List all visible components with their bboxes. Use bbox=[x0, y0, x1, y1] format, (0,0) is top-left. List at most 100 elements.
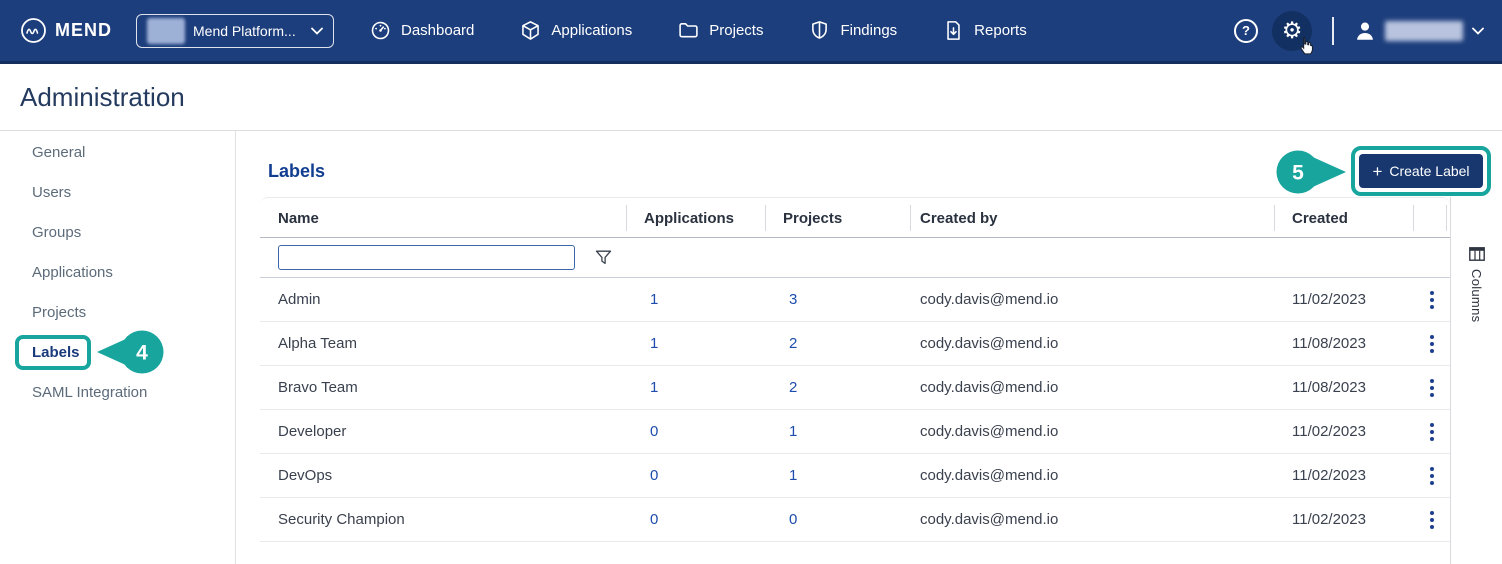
filter-funnel-icon[interactable] bbox=[595, 250, 612, 265]
applications-count-link[interactable]: 1 bbox=[650, 291, 658, 308]
shield-icon bbox=[812, 21, 828, 39]
nav-label: Reports bbox=[974, 22, 1027, 39]
sidebar-item-projects[interactable]: Projects bbox=[0, 292, 235, 332]
org-switcher-label: Mend Platform... bbox=[193, 22, 296, 39]
column-header-applications[interactable]: Applications bbox=[626, 198, 765, 238]
sidebar-item-labels[interactable]: Labels bbox=[0, 332, 235, 372]
admin-sidebar: General Users Groups Applications Projec… bbox=[0, 131, 236, 564]
label-name-cell: Developer bbox=[278, 423, 347, 440]
nav-item-dashboard[interactable]: Dashboard bbox=[370, 20, 474, 41]
projects-count-link[interactable]: 2 bbox=[789, 335, 797, 352]
callout-ring-create-label: + Create Label bbox=[1351, 146, 1491, 196]
column-header-projects[interactable]: Projects bbox=[765, 198, 910, 238]
column-header-created[interactable]: Created bbox=[1274, 198, 1413, 238]
table-filter-row bbox=[260, 238, 1450, 278]
name-filter-input[interactable] bbox=[278, 245, 575, 270]
folder-icon bbox=[679, 22, 698, 38]
help-glyph: ? bbox=[1242, 23, 1250, 38]
created-date-cell: 11/02/2023 bbox=[1292, 511, 1366, 528]
row-actions-kebab-icon[interactable] bbox=[1424, 331, 1440, 357]
applications-count-link[interactable]: 0 bbox=[650, 511, 658, 528]
created-date-cell: 11/02/2023 bbox=[1292, 291, 1366, 308]
callout-arrow-5: 5 bbox=[1276, 150, 1346, 194]
settings-gear-icon[interactable]: ⚙ bbox=[1272, 10, 1313, 54]
create-label-button[interactable]: + Create Label bbox=[1359, 154, 1483, 188]
projects-count-link[interactable]: 2 bbox=[789, 379, 797, 396]
table-row: Admin 1 3 cody.davis@mend.io 11/02/2023 bbox=[260, 278, 1450, 322]
row-actions-kebab-icon[interactable] bbox=[1424, 287, 1440, 313]
columns-table-icon bbox=[1468, 247, 1485, 261]
page-header: Administration bbox=[0, 64, 1502, 131]
labels-table: Name Applications Projects Created by Cr… bbox=[260, 197, 1450, 564]
section-title: Labels bbox=[268, 161, 326, 181]
created-date-cell: 11/02/2023 bbox=[1292, 467, 1366, 484]
created-by-cell: cody.davis@mend.io bbox=[920, 511, 1059, 528]
row-actions-kebab-icon[interactable] bbox=[1424, 463, 1440, 489]
created-by-cell: cody.davis@mend.io bbox=[920, 291, 1059, 308]
column-header-created-by[interactable]: Created by bbox=[910, 198, 1274, 238]
created-date-cell: 11/08/2023 bbox=[1292, 335, 1366, 352]
label-name-cell: Bravo Team bbox=[278, 379, 358, 396]
mend-wave-icon bbox=[21, 18, 46, 43]
created-by-cell: cody.davis@mend.io bbox=[920, 467, 1059, 484]
applications-count-link[interactable]: 0 bbox=[650, 467, 658, 484]
projects-count-link[interactable]: 1 bbox=[789, 467, 797, 484]
nav-label: Applications bbox=[551, 22, 633, 39]
label-name-cell: Alpha Team bbox=[278, 335, 357, 352]
nav-label: Projects bbox=[709, 22, 764, 39]
org-switcher-dropdown[interactable]: Mend Platform... bbox=[136, 13, 334, 48]
column-header-actions bbox=[1413, 198, 1450, 238]
redacted-org-name bbox=[147, 17, 185, 44]
row-actions-kebab-icon[interactable] bbox=[1424, 419, 1440, 445]
callout-step-number: 5 bbox=[1292, 162, 1304, 185]
created-by-cell: cody.davis@mend.io bbox=[920, 335, 1059, 352]
table-header-row: Name Applications Projects Created by Cr… bbox=[260, 198, 1450, 238]
label-name-cell: DevOps bbox=[278, 467, 333, 484]
navbar-right: ? ⚙ bbox=[1234, 10, 1484, 54]
table-row: Bravo Team 1 2 cody.davis@mend.io 11/08/… bbox=[260, 366, 1450, 410]
sidebar-item-users[interactable]: Users bbox=[0, 172, 235, 212]
redacted-username bbox=[1385, 20, 1463, 41]
created-date-cell: 11/08/2023 bbox=[1292, 379, 1366, 396]
sidebar-item-groups[interactable]: Groups bbox=[0, 212, 235, 252]
projects-count-link[interactable]: 3 bbox=[789, 291, 797, 308]
hand-cursor-icon bbox=[1300, 36, 1313, 54]
nav-item-projects[interactable]: Projects bbox=[678, 20, 763, 41]
applications-count-link[interactable]: 1 bbox=[650, 335, 658, 352]
mend-logo: MEND bbox=[20, 17, 112, 44]
page-title: Administration bbox=[20, 81, 185, 112]
sidebar-item-saml-integration[interactable]: SAML Integration bbox=[0, 372, 235, 412]
nav-item-reports[interactable]: Reports bbox=[943, 20, 1027, 41]
main-nav: Dashboard Applications Projects Findings bbox=[370, 20, 1027, 41]
applications-count-link[interactable]: 0 bbox=[650, 423, 658, 440]
columns-panel-label: Columns bbox=[1469, 269, 1484, 323]
navbar-divider bbox=[1332, 16, 1334, 45]
row-actions-kebab-icon[interactable] bbox=[1424, 375, 1440, 401]
row-actions-kebab-icon[interactable] bbox=[1424, 507, 1440, 533]
help-icon[interactable]: ? bbox=[1234, 18, 1258, 43]
nav-label: Findings bbox=[840, 22, 898, 39]
chevron-down-icon bbox=[311, 27, 323, 35]
created-by-cell: cody.davis@mend.io bbox=[920, 423, 1059, 440]
nav-item-applications[interactable]: Applications bbox=[520, 20, 632, 41]
report-download-icon bbox=[947, 21, 960, 40]
created-date-cell: 11/02/2023 bbox=[1292, 423, 1366, 440]
gauge-icon bbox=[371, 21, 390, 40]
projects-count-link[interactable]: 1 bbox=[789, 423, 797, 440]
applications-count-link[interactable]: 1 bbox=[650, 379, 658, 396]
sidebar-item-general[interactable]: General bbox=[0, 132, 235, 172]
user-avatar-icon bbox=[1357, 22, 1373, 40]
column-header-name[interactable]: Name bbox=[260, 198, 626, 238]
label-name-cell: Security Champion bbox=[278, 511, 405, 528]
sidebar-item-applications[interactable]: Applications bbox=[0, 252, 235, 292]
created-by-cell: cody.davis@mend.io bbox=[920, 379, 1059, 396]
table-body: Admin 1 3 cody.davis@mend.io 11/02/2023 … bbox=[260, 278, 1450, 542]
top-navbar: MEND Mend Platform... Dashboard Applicat… bbox=[0, 0, 1502, 64]
table-row: DevOps 0 1 cody.davis@mend.io 11/02/2023 bbox=[260, 454, 1450, 498]
projects-count-link[interactable]: 0 bbox=[789, 511, 797, 528]
nav-item-findings[interactable]: Findings bbox=[809, 20, 897, 41]
user-menu[interactable] bbox=[1354, 20, 1484, 42]
table-row: Security Champion 0 0 cody.davis@mend.io… bbox=[260, 498, 1450, 542]
plus-icon: + bbox=[1372, 161, 1383, 181]
columns-panel-toggle[interactable]: Columns bbox=[1450, 197, 1502, 564]
